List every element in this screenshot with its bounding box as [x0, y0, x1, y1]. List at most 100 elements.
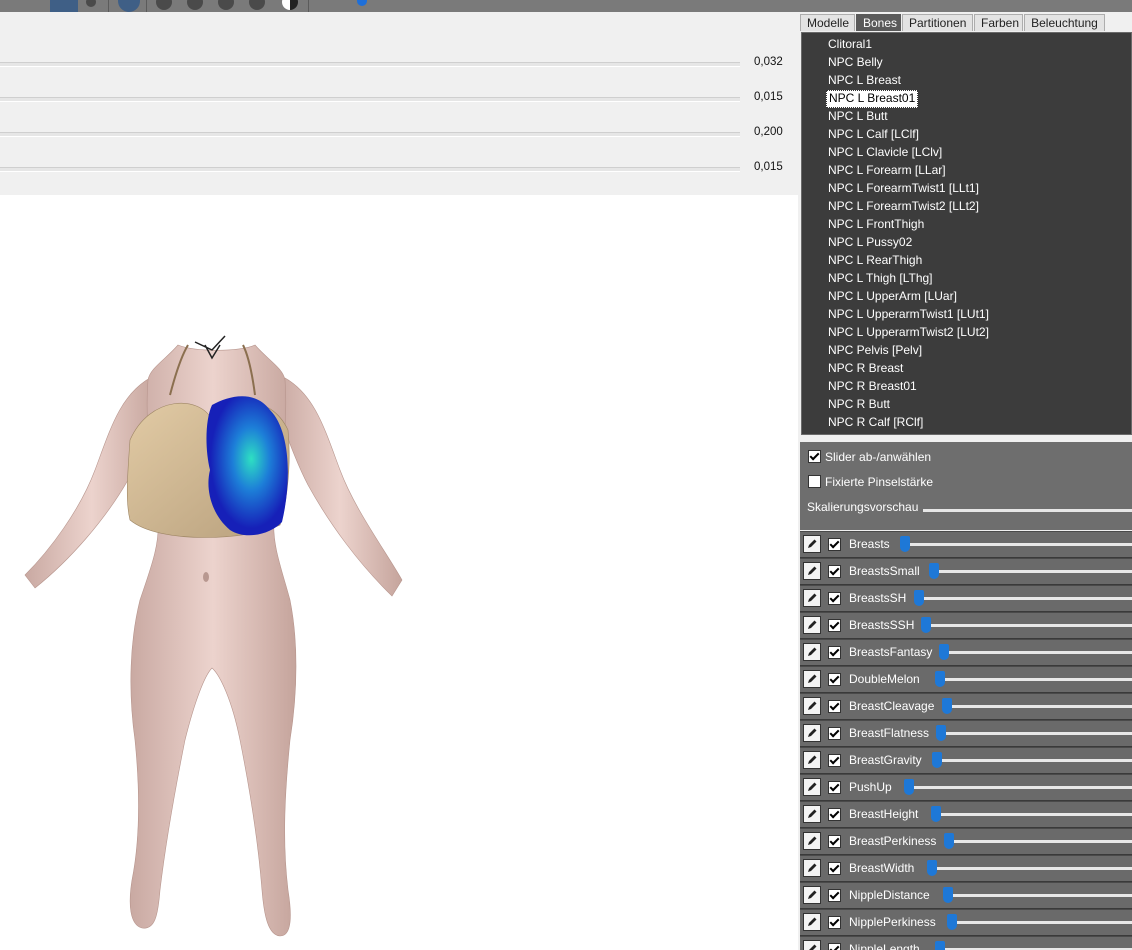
tab-partitionen[interactable]: Partitionen [902, 14, 973, 31]
bone-item[interactable]: NPC R Breast [826, 359, 905, 377]
slider-checkbox[interactable] [828, 916, 841, 929]
bone-item[interactable]: Clitoral1 [826, 35, 874, 53]
slider-track[interactable] [941, 732, 1132, 735]
slider-track[interactable] [947, 705, 1132, 708]
slider-checkbox[interactable] [828, 700, 841, 713]
bone-item[interactable]: NPC Pelvis [Pelv] [826, 341, 924, 359]
slider-thumb[interactable] [947, 914, 957, 930]
bone-item[interactable]: NPC Belly [826, 53, 885, 71]
slider-checkbox[interactable] [828, 835, 841, 848]
tool-circle-1-icon[interactable] [156, 0, 172, 10]
slider-thumb[interactable] [904, 779, 914, 795]
tool-circle-4-icon[interactable] [249, 0, 265, 10]
slider-thumb[interactable] [943, 887, 953, 903]
slider-thumb[interactable] [900, 536, 910, 552]
param-slider-2[interactable] [0, 97, 740, 102]
slider-checkbox[interactable] [828, 592, 841, 605]
tool-circle-3-icon[interactable] [218, 0, 234, 10]
slider-track[interactable] [937, 759, 1132, 762]
pencil-icon[interactable] [803, 724, 821, 742]
fixed-brush-checkbox[interactable] [808, 475, 821, 488]
3d-viewport[interactable] [0, 195, 798, 950]
tab-modelle[interactable]: Modelle [800, 14, 855, 31]
bone-item[interactable]: NPC L Clavicle [LClv] [826, 143, 944, 161]
bone-item[interactable]: NPC L UpperarmTwist1 [LUt1] [826, 305, 991, 323]
slider-checkbox[interactable] [828, 754, 841, 767]
pencil-icon[interactable] [803, 805, 821, 823]
pencil-icon[interactable] [803, 616, 821, 634]
slider-checkbox[interactable] [828, 727, 841, 740]
slider-track[interactable] [940, 678, 1132, 681]
bone-item[interactable]: NPC L Thigh [LThg] [826, 269, 935, 287]
toolbar-slider-thumb[interactable] [357, 0, 367, 6]
bone-item[interactable]: NPC L Pussy02 [826, 233, 914, 251]
slider-track[interactable] [909, 786, 1132, 789]
bone-item[interactable]: NPC R Breast01 [826, 377, 919, 395]
bones-list[interactable]: Clitoral1 NPC Belly NPC L Breast NPC L B… [801, 32, 1132, 435]
slider-track[interactable] [949, 840, 1132, 843]
bone-item[interactable]: NPC L Forearm [LLar] [826, 161, 948, 179]
bone-item-selected[interactable]: NPC L Breast01 [826, 90, 919, 108]
tab-beleuchtung[interactable]: Beleuchtung [1024, 14, 1105, 31]
pencil-icon[interactable] [803, 886, 821, 904]
slider-checkbox[interactable] [828, 538, 841, 551]
slider-track[interactable] [952, 921, 1132, 924]
slider-checkbox[interactable] [828, 565, 841, 578]
bone-item[interactable]: NPC R Butt [826, 395, 892, 413]
pencil-icon[interactable] [803, 940, 821, 950]
slider-checkbox[interactable] [828, 619, 841, 632]
slider-thumb[interactable] [932, 752, 942, 768]
tab-bones[interactable]: Bones [856, 14, 901, 31]
scale-preview-slider[interactable] [923, 509, 1132, 512]
pencil-icon[interactable] [803, 859, 821, 877]
slider-checkbox[interactable] [828, 781, 841, 794]
contrast-icon[interactable] [282, 0, 298, 10]
slider-thumb[interactable] [935, 941, 945, 950]
param-slider-1[interactable] [0, 62, 740, 67]
slider-toggle-option[interactable]: Slider ab-/anwählen [808, 449, 931, 465]
slider-thumb[interactable] [921, 617, 931, 633]
bone-item[interactable]: NPC L RearThigh [826, 251, 924, 269]
pencil-icon[interactable] [803, 535, 821, 553]
slider-track[interactable] [932, 867, 1132, 870]
bone-item[interactable]: NPC L Calf [LClf] [826, 125, 921, 143]
slider-checkbox[interactable] [828, 943, 841, 950]
slider-track[interactable] [944, 651, 1132, 654]
bone-item[interactable]: NPC L Breast [826, 71, 903, 89]
slider-thumb[interactable] [914, 590, 924, 606]
slider-thumb[interactable] [927, 860, 937, 876]
param-slider-3[interactable] [0, 132, 740, 137]
slider-track[interactable] [905, 543, 1132, 546]
bone-item[interactable]: NPC L Butt [826, 107, 890, 125]
tool-dot-icon[interactable] [86, 0, 96, 7]
pencil-icon[interactable] [803, 751, 821, 769]
pencil-icon[interactable] [803, 913, 821, 931]
tool-circle-2-icon[interactable] [187, 0, 203, 10]
bone-item[interactable]: NPC L UpperarmTwist2 [LUt2] [826, 323, 991, 341]
slider-thumb[interactable] [936, 725, 946, 741]
brush-tool-icon[interactable] [118, 0, 140, 12]
slider-toggle-checkbox[interactable] [808, 450, 821, 463]
slider-thumb[interactable] [931, 806, 941, 822]
slider-checkbox[interactable] [828, 889, 841, 902]
param-slider-4[interactable] [0, 167, 740, 172]
slider-track[interactable] [948, 894, 1132, 897]
slider-thumb[interactable] [942, 698, 952, 714]
slider-track[interactable] [926, 624, 1132, 627]
pencil-icon[interactable] [803, 778, 821, 796]
pencil-icon[interactable] [803, 589, 821, 607]
transform-tool-icon[interactable] [50, 0, 78, 12]
slider-thumb[interactable] [929, 563, 939, 579]
slider-thumb[interactable] [944, 833, 954, 849]
slider-checkbox[interactable] [828, 862, 841, 875]
pencil-icon[interactable] [803, 670, 821, 688]
pencil-icon[interactable] [803, 562, 821, 580]
pencil-icon[interactable] [803, 643, 821, 661]
bone-item[interactable]: NPC L ForearmTwist2 [LLt2] [826, 197, 981, 215]
slider-track[interactable] [934, 570, 1132, 573]
pencil-icon[interactable] [803, 832, 821, 850]
slider-track[interactable] [936, 813, 1132, 816]
bone-item[interactable]: NPC L UpperArm [LUar] [826, 287, 959, 305]
slider-thumb[interactable] [935, 671, 945, 687]
bone-item[interactable]: NPC L ForearmTwist1 [LLt1] [826, 179, 981, 197]
